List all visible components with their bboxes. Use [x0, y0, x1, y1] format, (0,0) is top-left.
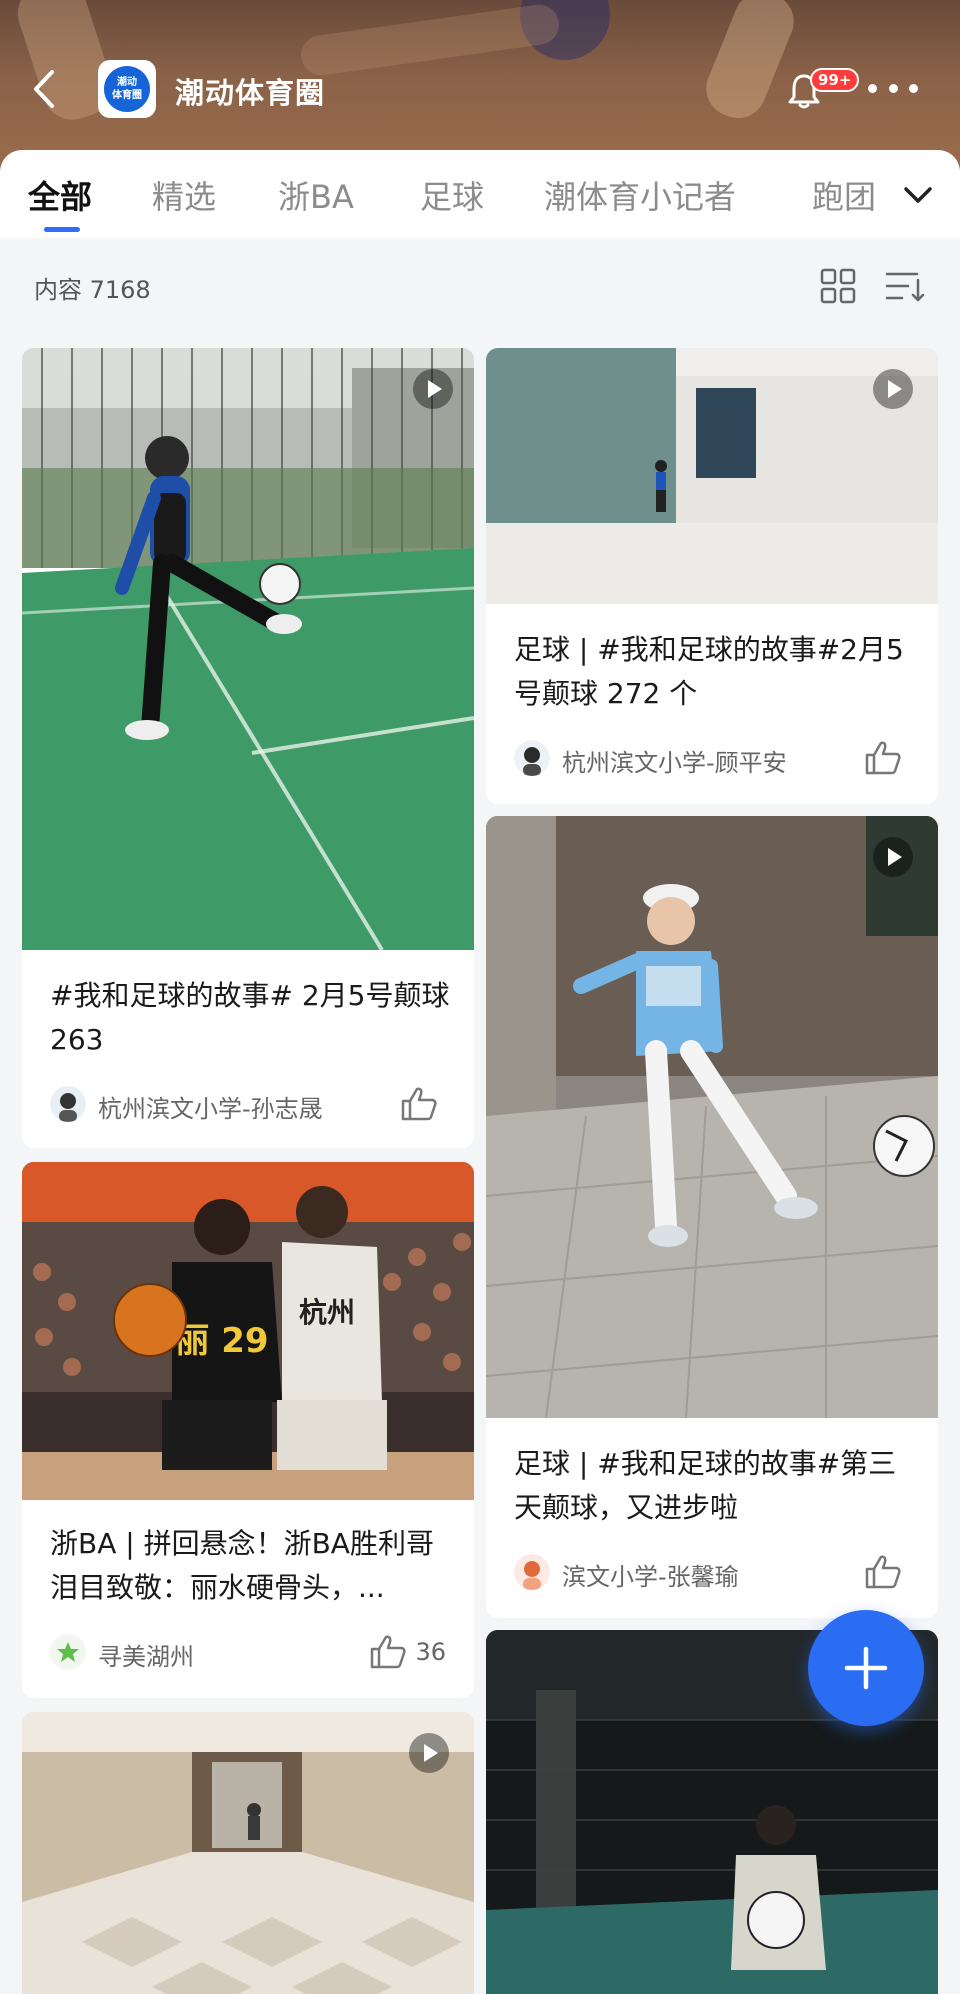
banner-decoration: [298, 2, 562, 78]
circle-logo: 潮动 体育圈: [98, 60, 156, 118]
tabs-expand-button[interactable]: [900, 180, 936, 210]
post-card[interactable]: [22, 1712, 474, 1994]
svg-text:杭州: 杭州: [299, 1296, 355, 1329]
post-thumbnail: [22, 348, 474, 950]
post-thumbnail: [22, 1712, 474, 1994]
active-tab-indicator: [44, 227, 80, 232]
grid-view-button[interactable]: [820, 268, 856, 304]
tab-running[interactable]: 跑团: [812, 172, 876, 218]
post-author[interactable]: 杭州滨文小学-顾平安: [562, 743, 787, 778]
like-button[interactable]: [400, 1084, 446, 1124]
tab-zheba[interactable]: 浙BA: [278, 172, 354, 218]
back-button[interactable]: [24, 66, 64, 112]
more-button[interactable]: [868, 76, 918, 100]
like-button[interactable]: 36: [369, 1632, 446, 1672]
author-avatar: [50, 1634, 86, 1670]
basketball-photo: 丽 29 杭州: [22, 1162, 474, 1500]
post-title: 足球 | #我和足球的故事#2月5号颠球 272 个: [514, 633, 904, 710]
post-thumbnail: [486, 348, 938, 604]
content-count: 内容 7168: [34, 276, 151, 304]
post-title: 足球 | #我和足球的故事#第三天颠球，又进步啦: [514, 1447, 897, 1524]
play-icon: [873, 369, 913, 409]
svg-text:丽 29: 丽 29: [175, 1321, 268, 1361]
like-button[interactable]: [864, 1552, 910, 1592]
post-card[interactable]: 丽 29 杭州 浙BA | 拼回悬念！浙BA胜利哥泪目致敬：丽水硬骨头，... …: [22, 1162, 474, 1698]
tab-featured[interactable]: 精选: [152, 172, 216, 218]
post-card[interactable]: #我和足球的故事# 2月5号颠球 263 杭州滨文小学-孙志晟: [22, 348, 474, 1148]
post-card[interactable]: 足球 | #我和足球的故事#2月5号颠球 272 个 杭州滨文小学-顾平安: [486, 348, 938, 804]
football-juggling-photo: [22, 348, 474, 950]
author-avatar: [514, 1554, 550, 1590]
grid-view-icon: [820, 268, 856, 304]
chevron-down-icon: [904, 187, 932, 203]
author-avatar: [50, 1086, 86, 1122]
post-card[interactable]: 足球 | #我和足球的故事#第三天颠球，又进步啦 滨文小学-张馨瑜: [486, 816, 938, 1618]
plus-icon: [844, 1646, 888, 1690]
post-author[interactable]: 寻美湖州: [98, 1637, 194, 1672]
more-dot: [909, 83, 918, 93]
like-count: 36: [415, 1638, 446, 1666]
sort-button[interactable]: [884, 268, 925, 304]
logo-line-2: 体育圈: [112, 90, 142, 101]
notification-badge: 99+: [810, 68, 860, 92]
tab-all[interactable]: 全部: [28, 172, 92, 218]
tab-reporter[interactable]: 潮体育小记者: [544, 172, 736, 218]
sort-icon: [885, 272, 925, 302]
post-thumbnail: 丽 29 杭州: [22, 1162, 474, 1500]
thumbs-up-icon: [401, 1087, 437, 1121]
post-title: #我和足球的故事# 2月5号颠球 263: [50, 979, 450, 1056]
page-title: 潮动体育圈: [175, 76, 326, 110]
post-thumbnail: [486, 816, 938, 1418]
play-icon: [873, 837, 913, 877]
thumbs-up-icon: [865, 741, 901, 775]
back-arrow-icon: [34, 70, 54, 108]
post-title: 浙BA | 拼回悬念！浙BA胜利哥泪目致敬：丽水硬骨头，...: [50, 1527, 434, 1604]
app-page: 潮动 体育圈 潮动体育圈 99+ 全部 精选 浙BA 足球 潮体育小记者 跑团 …: [0, 0, 960, 1994]
category-tabs: 全部 精选 浙BA 足球 潮体育小记者 跑团: [0, 150, 960, 238]
thumbs-up-icon: [865, 1555, 901, 1589]
post-author[interactable]: 滨文小学-张馨瑜: [562, 1557, 739, 1592]
indoor-room-photo: [486, 348, 938, 604]
post-author[interactable]: 杭州滨文小学-孙志晟: [98, 1089, 323, 1124]
hallway-photo: [22, 1712, 474, 1994]
like-button[interactable]: [864, 738, 910, 778]
logo-mark: 潮动 体育圈: [104, 66, 150, 112]
thumbs-up-icon: [371, 1635, 407, 1669]
create-post-button[interactable]: [808, 1610, 924, 1726]
play-icon: [413, 369, 453, 409]
tab-football[interactable]: 足球: [420, 172, 484, 218]
play-icon: [409, 1733, 449, 1773]
girl-kicking-photo: [486, 816, 938, 1418]
author-avatar: [514, 740, 550, 776]
more-dot: [888, 83, 898, 93]
more-dots-icon: [868, 83, 877, 93]
logo-line-1: 潮动: [117, 77, 137, 88]
